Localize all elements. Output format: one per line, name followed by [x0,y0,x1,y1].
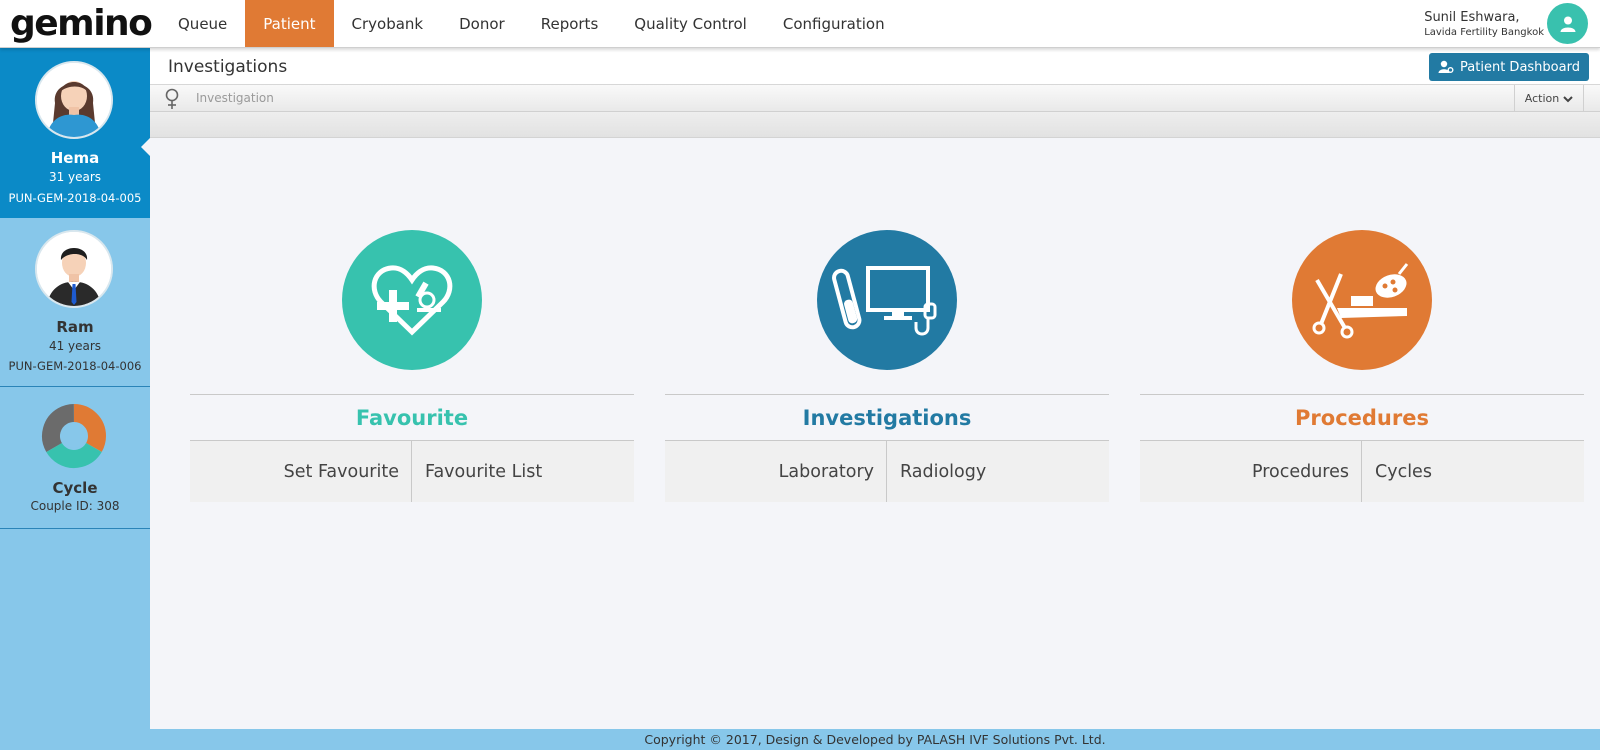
investigations-links: Laboratory Radiology [665,440,1109,502]
female-age: 31 years [48,170,102,184]
nav-queue[interactable]: Queue [160,0,245,47]
nav-cryobank[interactable]: Cryobank [334,0,442,47]
page-header: Investigations Patient Dashboard [150,48,1600,84]
sidebar-patient-female[interactable]: Hema 31 years PUN-GEM-2018-04-005 [0,48,150,218]
nav-configuration[interactable]: Configuration [765,0,903,47]
procedures-link[interactable]: Procedures [1140,441,1362,502]
procedures-links: Procedures Cycles [1140,440,1584,502]
cycle-label: Cycle [52,479,98,497]
user-icon [1560,16,1575,32]
logo-text: gemino [10,3,153,44]
radiology-link[interactable]: Radiology [887,441,1109,502]
nav-donor[interactable]: Donor [441,0,523,47]
male-avatar [35,230,113,308]
patient-dashboard-label: Patient Dashboard [1460,59,1580,75]
nav-patient[interactable]: Patient [245,0,334,47]
cycle-icon [41,403,107,469]
heart-microscope-icon [371,265,453,336]
lab-radiology-icon [832,266,937,336]
set-favourite-link[interactable]: Set Favourite [190,441,412,502]
user-name: Sunil Eshwara, [1424,10,1520,25]
user-settings-icon [1438,60,1454,73]
male-age: 41 years [48,339,102,353]
favourite-list-link[interactable]: Favourite List [412,441,634,502]
favourite-circle[interactable] [342,230,482,370]
procedures-title: Procedures [1295,406,1429,430]
sidebar-divider [0,528,150,529]
panel-divider [665,394,1109,395]
chevron-down-icon [1563,95,1573,102]
female-avatar [35,61,113,139]
breadcrumb: Investigation [196,91,274,105]
procedures-panel: Procedures Procedures Cycles [1140,230,1584,502]
patient-dashboard-button[interactable]: Patient Dashboard [1429,53,1589,81]
breadcrumb-bar: Investigation Action [150,84,1600,112]
user-org: Lavida Fertility Bangkok [1424,27,1544,38]
toolbar-strip [150,112,1600,138]
male-id: PUN-GEM-2018-04-006 [8,359,142,373]
patient-sidebar: Hema 31 years PUN-GEM-2018-04-005 Ram 41… [0,48,150,750]
couple-id: Couple ID: 308 [30,499,120,513]
nav-reports[interactable]: Reports [523,0,617,47]
page-title: Investigations [168,57,288,77]
female-id: PUN-GEM-2018-04-005 [8,191,142,205]
gemino-logo[interactable]: gemino [10,3,153,44]
female-symbol-icon [165,88,179,109]
footer: Copyright © 2017, Design & Developed by … [150,729,1600,750]
action-dropdown[interactable]: Action [1514,85,1584,112]
panel-divider [1140,394,1584,395]
procedures-circle[interactable] [1292,230,1432,370]
investigations-title: Investigations [802,406,972,430]
investigations-panel: Investigations Laboratory Radiology [665,230,1109,502]
user-avatar[interactable] [1547,3,1588,44]
nav-quality-control[interactable]: Quality Control [616,0,765,47]
active-indicator [141,138,150,156]
sidebar-cycle[interactable]: Cycle Couple ID: 308 [0,387,150,529]
copyright-text: Copyright © 2017, Design & Developed by … [644,732,1106,747]
favourite-links: Set Favourite Favourite List [190,440,634,502]
panel-divider [190,394,634,395]
user-info[interactable]: Sunil Eshwara, Lavida Fertility Bangkok [1424,10,1544,38]
sidebar-patient-male[interactable]: Ram 41 years PUN-GEM-2018-04-006 [0,218,150,387]
favourite-panel: Favourite Set Favourite Favourite List [190,230,634,502]
laboratory-link[interactable]: Laboratory [665,441,887,502]
main-nav: Queue Patient Cryobank Donor Reports Qua… [160,0,903,47]
favourite-title: Favourite [355,406,469,430]
male-name: Ram [56,318,94,336]
male-avatar-icon [37,232,111,306]
investigations-circle[interactable] [817,230,957,370]
female-name: Hema [50,149,100,167]
cycles-link[interactable]: Cycles [1362,441,1584,502]
action-label: Action [1524,92,1560,105]
top-navbar: gemino Queue Patient Cryobank Donor Repo… [0,0,1600,48]
surgery-instruments-icon [1312,263,1409,339]
female-avatar-icon [37,63,111,137]
